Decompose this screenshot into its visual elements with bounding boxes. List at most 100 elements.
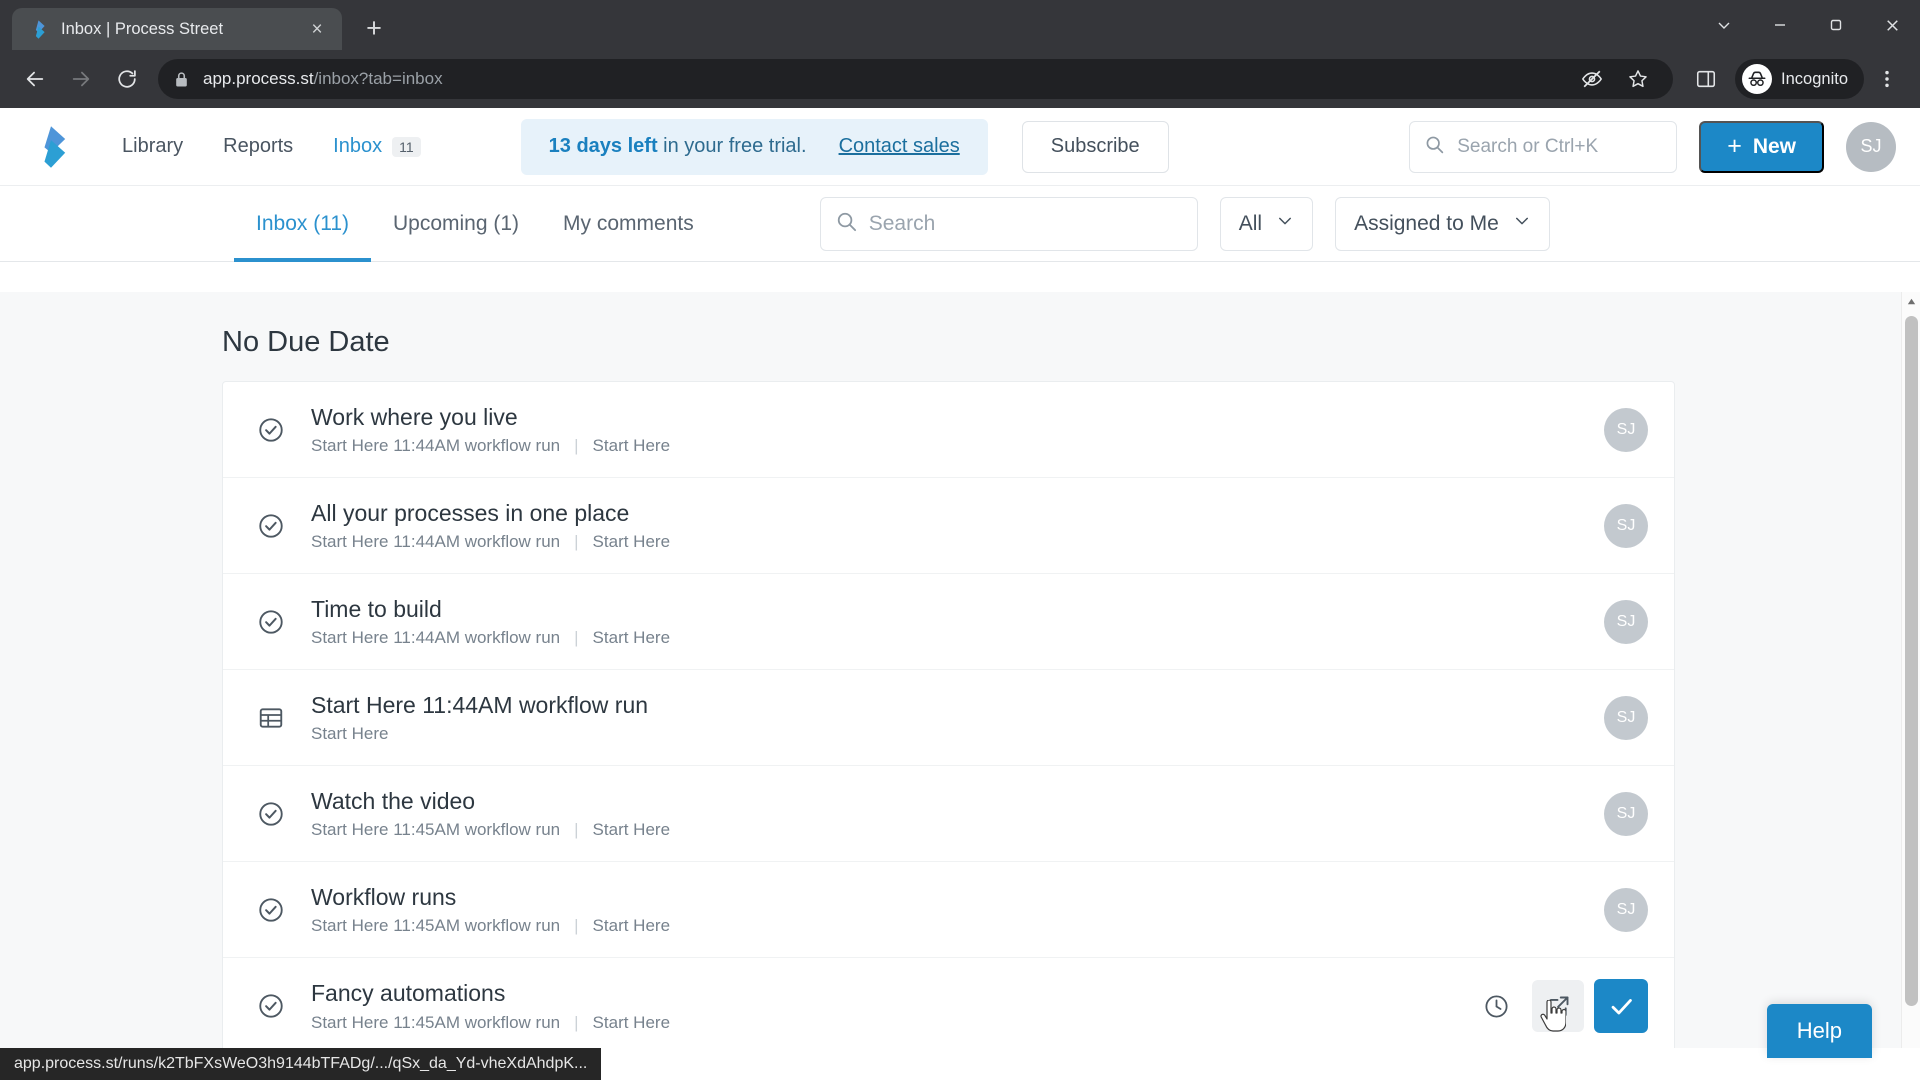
browser-tab-title: Inbox | Process Street bbox=[61, 19, 224, 38]
omnibox-actions bbox=[1573, 60, 1657, 98]
reload-button[interactable] bbox=[106, 58, 148, 100]
table-row[interactable]: Time to build Start Here 11:44AM workflow… bbox=[223, 574, 1674, 670]
list-item-content: Workflow runs Start Here 11:45AM workflow… bbox=[303, 883, 1604, 936]
new-tab-button[interactable]: + bbox=[354, 8, 394, 48]
new-button[interactable]: + New bbox=[1699, 120, 1824, 173]
trial-banner: 13 days left in your free trial. Contact… bbox=[520, 118, 988, 175]
list-item-run: Start Here 11:44AM workflow run bbox=[311, 628, 561, 648]
inbox-count-badge: 11 bbox=[392, 136, 421, 157]
incognito-profile-button[interactable]: Incognito bbox=[1735, 59, 1864, 99]
window-maximize-button[interactable] bbox=[1808, 0, 1864, 50]
status-bar-url: app.process.st/runs/k2TbFXsWeO3h9144bTFA… bbox=[0, 1048, 602, 1080]
browser-tab[interactable]: Inbox | Process Street × bbox=[12, 8, 342, 50]
subscribe-button[interactable]: Subscribe bbox=[1021, 120, 1169, 173]
header-right: Search or Ctrl+K + New SJ bbox=[1409, 120, 1896, 173]
nav-item-library-label: Library bbox=[122, 135, 184, 157]
tab-upcoming[interactable]: Upcoming (1) bbox=[371, 186, 541, 262]
process-street-logo-icon[interactable] bbox=[28, 124, 74, 170]
global-search-placeholder: Search or Ctrl+K bbox=[1457, 135, 1599, 157]
table-row[interactable]: Workflow runs Start Here 11:45AM workflow… bbox=[223, 862, 1674, 958]
table-icon bbox=[257, 704, 303, 732]
table-row[interactable]: Fancy automations Start Here 11:45AM work… bbox=[223, 958, 1674, 1048]
chevron-down-icon bbox=[1513, 212, 1531, 236]
kebab-menu-icon[interactable] bbox=[1868, 60, 1906, 98]
inbox-content: No Due Date Work where you live Start Her… bbox=[0, 292, 1901, 1048]
browser-chrome: Inbox | Process Street × + app.process.s… bbox=[0, 0, 1920, 108]
scrollbar-thumb[interactable] bbox=[1905, 316, 1918, 1006]
browser-toolbar: app.process.st/inbox?tab=inbox Incognito bbox=[0, 50, 1920, 108]
tab-strip: Inbox | Process Street × + bbox=[0, 0, 1920, 50]
avatar: SJ bbox=[1604, 791, 1648, 836]
back-button[interactable] bbox=[14, 58, 56, 100]
user-avatar[interactable]: SJ bbox=[1846, 121, 1896, 172]
help-button[interactable]: Help bbox=[1766, 1004, 1872, 1058]
scroll-up-arrow-icon[interactable] bbox=[1902, 292, 1920, 311]
trial-days-left: 13 days left bbox=[548, 135, 658, 157]
mouse-cursor bbox=[1540, 999, 1567, 1032]
nav-item-reports[interactable]: Reports bbox=[203, 135, 313, 158]
check-circle-icon bbox=[257, 608, 303, 636]
filter-all-dropdown[interactable]: All bbox=[1219, 196, 1314, 251]
list-item-content: Watch the video Start Here 11:45AM workfl… bbox=[303, 787, 1604, 840]
list-item-run: Start Here 11:45AM workflow run bbox=[311, 916, 561, 936]
list-item-title: All your processes in one place bbox=[311, 499, 630, 526]
nav-item-inbox-label: Inbox bbox=[333, 135, 383, 157]
tab-my-comments[interactable]: My comments bbox=[541, 186, 716, 262]
inbox-search-input[interactable]: Search bbox=[819, 196, 1198, 251]
list-item-run: Start Here 11:44AM workflow run bbox=[311, 532, 561, 552]
avatar: SJ bbox=[1604, 407, 1648, 452]
search-icon bbox=[835, 210, 858, 238]
list-item-workflow: Start Here bbox=[592, 628, 671, 648]
nav-item-library[interactable]: Library bbox=[102, 135, 203, 158]
main-nav: Library Reports Inbox 11 bbox=[102, 135, 441, 158]
global-search-input[interactable]: Search or Ctrl+K bbox=[1409, 120, 1678, 173]
list-item-title: Workflow runs bbox=[311, 883, 457, 910]
table-row[interactable]: Work where you live Start Here 11:44AM wo… bbox=[223, 382, 1674, 478]
snooze-button[interactable] bbox=[1470, 980, 1522, 1032]
contact-sales-link[interactable]: Contact sales bbox=[839, 135, 960, 158]
incognito-icon bbox=[1742, 64, 1773, 94]
list-item-title: Time to build bbox=[311, 595, 442, 622]
table-row[interactable]: All your processes in one place Start Her… bbox=[223, 478, 1674, 574]
app-header: Library Reports Inbox 11 13 days left in… bbox=[0, 108, 1920, 186]
inbox-subbar: Inbox (11) Upcoming (1) My comments Sear… bbox=[0, 186, 1920, 262]
vertical-scrollbar[interactable] bbox=[1901, 292, 1920, 1048]
address-bar-url: app.process.st/inbox?tab=inbox bbox=[203, 69, 443, 89]
list-item-content: Start Here 11:44AM workflow run Start Her… bbox=[303, 691, 1604, 744]
side-panel-icon[interactable] bbox=[1687, 60, 1725, 98]
star-icon[interactable] bbox=[1619, 60, 1657, 98]
tab-my-comments-label: My comments bbox=[563, 211, 694, 235]
window-minimize-tray-button[interactable] bbox=[1696, 0, 1752, 50]
check-circle-icon bbox=[257, 512, 303, 540]
inbox-search-placeholder: Search bbox=[868, 211, 936, 235]
list-item-run: Start Here 11:45AM workflow run bbox=[311, 1012, 561, 1032]
list-item-workflow: Start Here bbox=[592, 820, 671, 840]
check-circle-icon bbox=[257, 896, 303, 924]
tab-inbox[interactable]: Inbox (11) bbox=[234, 186, 371, 262]
close-icon[interactable]: × bbox=[304, 16, 330, 42]
separator: | bbox=[574, 436, 579, 456]
address-bar[interactable]: app.process.st/inbox?tab=inbox bbox=[158, 59, 1674, 99]
table-row[interactable]: Start Here 11:44AM workflow run Start Her… bbox=[223, 670, 1674, 766]
list-item-content: Work where you live Start Here 11:44AM wo… bbox=[303, 403, 1604, 456]
avatar: SJ bbox=[1604, 503, 1648, 548]
list-item-subtitle: Start Here bbox=[311, 724, 1604, 744]
check-circle-icon bbox=[257, 416, 303, 444]
url-path: /inbox?tab=inbox bbox=[313, 69, 443, 88]
nav-item-inbox[interactable]: Inbox 11 bbox=[313, 135, 440, 158]
avatar: SJ bbox=[1604, 599, 1648, 644]
window-close-button[interactable] bbox=[1864, 0, 1920, 50]
forward-button[interactable] bbox=[60, 58, 102, 100]
check-circle-icon bbox=[257, 800, 303, 828]
filter-assigned-dropdown[interactable]: Assigned to Me bbox=[1335, 196, 1550, 251]
window-minimize-button[interactable] bbox=[1752, 0, 1808, 50]
eye-off-icon[interactable] bbox=[1573, 60, 1611, 98]
process-street-favicon-icon bbox=[28, 19, 49, 40]
window-controls bbox=[1696, 0, 1920, 50]
complete-task-button[interactable] bbox=[1594, 979, 1648, 1033]
table-row[interactable]: Watch the video Start Here 11:45AM workfl… bbox=[223, 766, 1674, 862]
list-item-content: All your processes in one place Start Her… bbox=[303, 499, 1604, 552]
separator: | bbox=[574, 532, 579, 552]
list-item-subtitle: Start Here 11:44AM workflow run | Start He… bbox=[311, 628, 1604, 648]
list-item-run: Start Here 11:44AM workflow run bbox=[311, 436, 561, 456]
